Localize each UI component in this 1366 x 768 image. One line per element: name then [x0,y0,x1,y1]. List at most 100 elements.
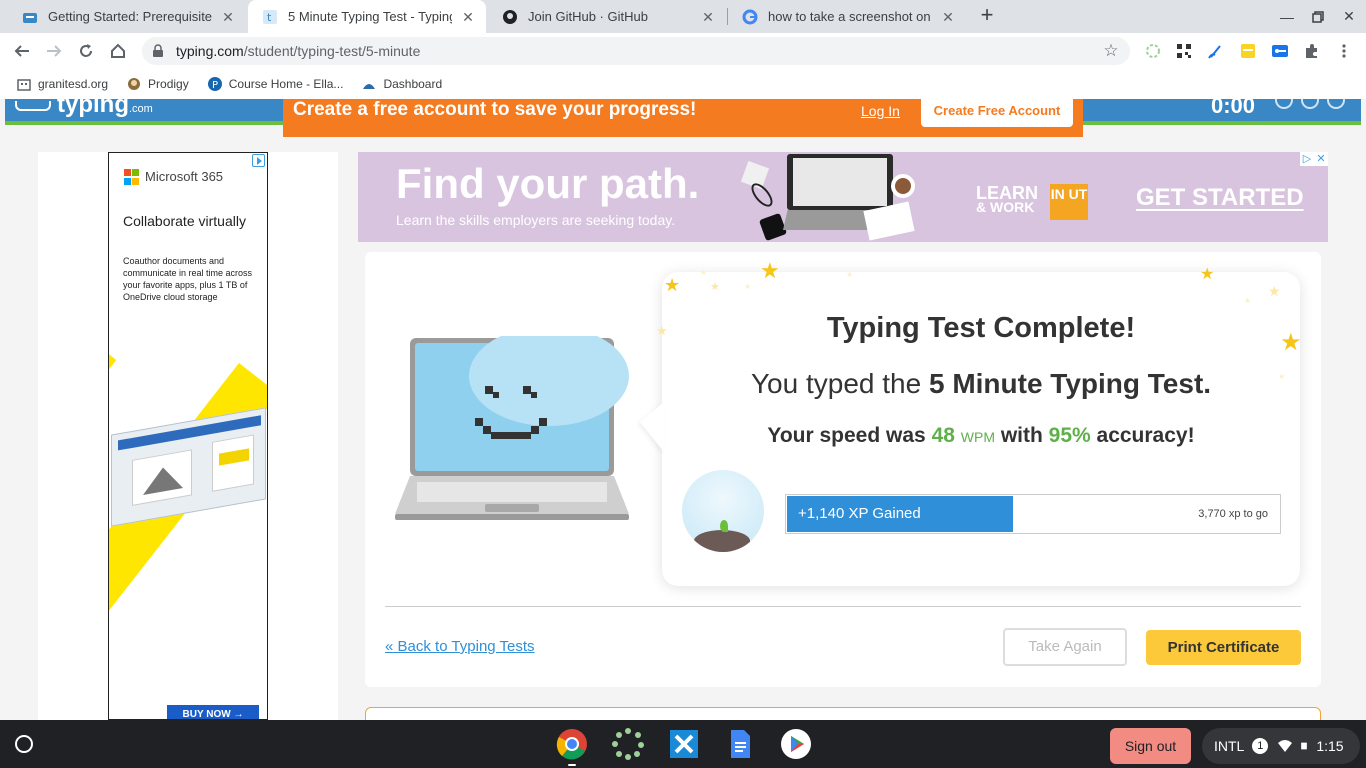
ad-brand-badge: IN UT [1050,184,1088,220]
close-window-icon[interactable]: ✕ [1332,0,1366,33]
test-name-line: You typed the 5 Minute Typing Test. [750,368,1212,399]
coffee-cup-icon [891,174,915,198]
login-link[interactable]: Log In [861,103,900,119]
dashboard-icon [361,76,377,92]
ad-controls: ▷ ✕ [1300,152,1328,166]
close-icon[interactable]: ✕ [1314,152,1328,166]
forward-arrow-icon[interactable] [42,39,66,63]
take-again-button[interactable]: Take Again [1003,628,1127,666]
sound-icon[interactable] [1327,99,1345,109]
loading-extension-icon[interactable] [1143,41,1163,61]
tab-title: how to take a screenshot on chrome [768,9,932,24]
xp-gained-label: +1,140 XP Gained [798,505,921,522]
ad-brand: Microsoft 365 [145,169,224,184]
hands-icon[interactable] [1301,99,1319,109]
buy-now-button[interactable]: BUY NOW → [167,705,259,719]
home-icon[interactable] [106,39,130,63]
back-to-tests-link[interactable]: « Back to Typing Tests [385,638,535,655]
menu-kebab-icon[interactable] [1334,41,1354,61]
status-tray[interactable]: INTL 1 1:15 [1202,728,1360,764]
svg-text:t: t [267,11,272,24]
page-content: typing.com 0:00 Create a free account to… [0,99,1366,720]
sticky-note-extension-icon[interactable] [1238,41,1258,61]
key-extension-icon[interactable] [1270,41,1290,61]
create-account-button[interactable]: Create Free Account [921,99,1073,127]
banner-ad[interactable]: Find your path. Learn the skills employe… [358,152,1328,242]
close-icon[interactable]: ✕ [940,9,956,25]
address-bar[interactable]: typing.com/student/typing-test/5-minute … [142,37,1130,65]
bookmarks-bar: granitesd.org Prodigy P Course Home - El… [0,69,1366,99]
home-button[interactable] [15,101,51,111]
puzzle-extensions-icon[interactable] [1302,41,1322,61]
get-started-link[interactable]: GET STARTED [1136,184,1304,212]
adchoices-icon[interactable] [252,154,265,167]
building-icon [16,76,32,92]
typing-favicon-icon [22,9,38,25]
next-section-card [365,707,1321,720]
accuracy-value: 95% [1048,424,1091,447]
bookmark-label: Course Home - Ella... [228,77,344,91]
close-icon[interactable]: ✕ [220,9,236,25]
google-docs-icon[interactable] [724,728,756,760]
close-icon[interactable]: ✕ [700,9,716,25]
tab-github[interactable]: Join GitHub · GitHub ✕ [488,0,726,33]
bookmark-star-icon[interactable]: ☆ [1102,42,1120,60]
tab-google-search[interactable]: how to take a screenshot on chrome ✕ [728,0,966,33]
results-title: Typing Test Complete! [826,312,1136,344]
banner-message: Create a free account to save your progr… [293,99,697,120]
reload-icon[interactable] [74,39,98,63]
xp-remaining-label: 3,770 xp to go [1198,508,1268,520]
prodigy-icon [126,76,142,92]
timer: 0:00 [1211,99,1256,118]
restore-icon[interactable] [1301,0,1335,33]
tab-typing-test[interactable]: t 5 Minute Typing Test - Typing.com ✕ [248,0,486,33]
bookmark-granitesd[interactable]: granitesd.org [16,76,108,92]
smiling-laptop-icon [395,336,629,520]
loading-app-icon[interactable] [612,728,644,760]
star-icon: ★ [1268,283,1281,299]
print-certificate-button[interactable]: Print Certificate [1146,630,1301,665]
xodo-icon[interactable] [668,728,700,760]
sprout-icon [720,520,728,532]
star-icon: ★ [710,281,720,293]
tab-prerequisites[interactable]: Getting Started: Prerequisites ✕ [8,0,246,33]
close-icon[interactable]: ✕ [460,9,476,25]
bookmark-label: Dashboard [383,77,443,91]
launcher-icon[interactable] [15,735,33,753]
sidebar-ad[interactable]: Microsoft 365 Collaborate virtually Coau… [108,152,268,720]
bookmark-prodigy[interactable]: Prodigy [126,76,189,92]
notification-badge: 1 [1252,738,1269,754]
xp-progress-bar: +1,140 XP Gained 3,770 xp to go [785,494,1281,534]
ad-body: Coauthor documents and communicate in re… [123,256,253,302]
google-icon [742,9,758,25]
settings-icon[interactable] [1275,99,1293,109]
results-card: ★ ★ ★ ★ ★ ★ ★ ★ ★ ★ ★ ★ Typing Test Comp… [365,252,1321,687]
broom-extension-icon[interactable] [1206,41,1226,61]
chrome-icon[interactable] [556,728,588,766]
ad-brand: LEARN & WORK [976,183,1038,215]
adchoices-icon[interactable]: ▷ [1300,152,1314,166]
results-panel: ★ ★ ★ ★ ★ ★ ★ ★ ★ ★ ★ ★ Typing Test Comp… [640,260,1302,586]
star-icon: ★ [760,258,780,283]
speed-line: Your speed was 48 WPM with 95% accuracy! [767,424,1195,447]
ad-subheadline: Learn the skills employers are seeking t… [396,212,676,228]
play-store-icon[interactable] [780,728,812,760]
bookmark-course-home[interactable]: P Course Home - Ella... [207,76,344,92]
typing-favicon-icon: t [262,9,278,25]
wifi-icon [1278,740,1293,752]
minimize-icon[interactable]: — [1270,0,1304,33]
site-logo[interactable]: typing.com [57,99,153,119]
back-arrow-icon[interactable] [10,39,34,63]
tab-title: Getting Started: Prerequisites [48,9,212,24]
ad-device-image [111,407,266,527]
browser-toolbar: typing.com/student/typing-test/5-minute … [0,33,1366,69]
divider [385,606,1301,607]
bookmark-dashboard[interactable]: Dashboard [361,76,442,92]
tab-title: 5 Minute Typing Test - Typing.com [288,9,452,24]
clock: 1:15 [1316,738,1344,754]
sign-out-button[interactable]: Sign out [1110,728,1191,764]
qr-code-icon[interactable] [1174,41,1194,61]
new-tab-button[interactable]: + [976,4,998,28]
header-icons [1275,99,1361,111]
github-icon [502,9,518,25]
